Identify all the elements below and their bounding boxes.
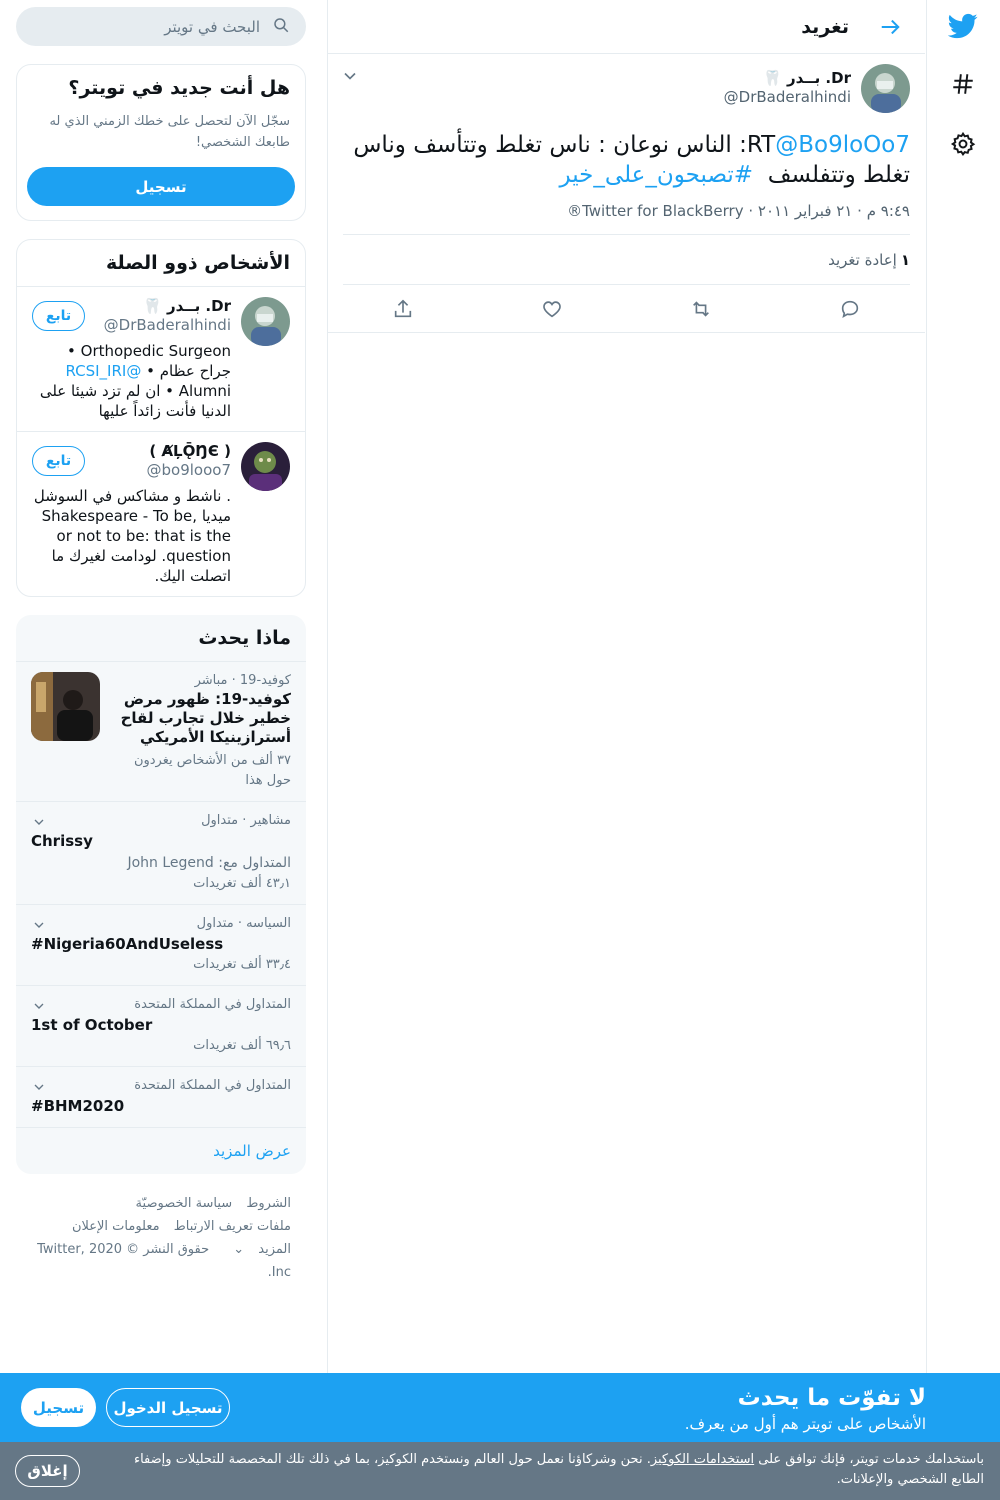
tweet-author[interactable]: Dr. بــدر 🦷 @DrBaderalhindi [343,64,910,124]
page-title: تغريد [801,15,849,38]
trends-card: ماذا يحدث كوفيد-19 · مباشر كوفيد-19: ظهو… [16,615,306,1174]
trend-item[interactable]: مشاهير · متداول Chrissy المتداول مع: Joh… [16,801,306,904]
left-nav-rail [926,0,1000,1500]
avatar[interactable] [241,297,290,346]
new-to-twitter-title: هل أنت جديد في تويتر؟ [68,77,290,99]
trend-name: #Nigeria60AndUseless [31,935,224,953]
list-item[interactable]: Dr. بــدر 🦷 @DrBaderalhindi Orthopedic S… [17,286,305,431]
footer-privacy-link[interactable]: سياسة الخصوصيّة [136,1196,233,1211]
person-bio: Orthopedic Surgeon • جراح عظام • @RCSI_I… [32,341,231,421]
signup-button[interactable]: تسجيل [27,167,295,206]
trend-name: #BHM2020 [31,1097,125,1115]
list-item[interactable]: ( ȺĻǬŊЄ ) @bo9looo7 . ناشط و مشاكس في ال… [17,431,305,596]
main-header: تغريد [328,0,925,54]
new-to-twitter-card: هل أنت جديد في تويتر؟ سجّل الآن لتحصل عل… [16,64,306,221]
arrow-back-icon[interactable] [871,8,909,46]
trend-count: ٣٣٫٤ ألف تغريدات [193,957,291,972]
person-bio: . ناشط و مشاكس في السوشل ميديا Shakespea… [33,487,231,585]
tweet-hashtag-link[interactable]: #تصبحون_على_خير [560,162,754,188]
footer-more-link[interactable]: المزيد ⌄ [223,1242,291,1257]
trend-meta: السياسه · متداول [196,916,291,931]
chevron-down-icon[interactable] [31,998,47,1014]
news-title: كوفيد-19: ظهور مرض خطير خلال تجارب لقاح … [120,690,291,746]
news-item[interactable]: كوفيد-19 · مباشر كوفيد-19: ظهور مرض خطير… [16,661,306,801]
trend-item[interactable]: المتداول في المملكة المتحدة 1st of Octob… [16,985,306,1066]
tweet-stats[interactable]: ١ إعادة تغريد [343,235,910,285]
chevron-down-icon[interactable] [31,814,47,830]
signup-banner: لا تفوّت ما يحدث الأشخاص على تويتر هم أو… [0,1373,1000,1442]
avatar[interactable] [861,64,910,113]
related-people-title: الأشخاص ذوو الصلة [106,252,290,274]
footer-more-label: المزيد [258,1242,291,1257]
retweet-count: ١ [900,250,910,269]
retweet-icon[interactable] [683,291,719,327]
main-column: تغريد Dr. بــدر 🦷 @DrBaderalhindi RT@Bo9… [327,0,925,1500]
twitter-logo-icon[interactable] [943,6,983,46]
new-to-twitter-text: سجّل الآن لتحصل على خطك الزمني الذي له ط… [49,114,290,150]
related-people-card: الأشخاص ذوو الصلة Dr. بــدر 🦷 @DrBaderal… [16,239,306,597]
tweet-timestamp[interactable]: ٩:٤٩ م · ٢١ فبراير ٢٠١١ · Twitter for Bl… [343,202,910,235]
chevron-down-icon[interactable] [31,917,47,933]
cookie-text: باستخدامك خدمات تويتر، فإنك توافق على اس… [100,1450,984,1490]
person-bio-part: Alumni • ان لم تزد شيئا على الدنيا فأنت … [39,382,231,420]
footer-terms-link[interactable]: الشروط [246,1196,291,1211]
share-icon[interactable] [385,291,421,327]
trend-item[interactable]: المتداول في المملكة المتحدة #BHM2020 [16,1066,306,1127]
trend-count: ٦٩٫٦ ألف تغريدات [193,1038,291,1053]
hashtag-icon[interactable] [943,64,983,104]
author-name[interactable]: Dr. بــدر 🦷 [724,68,851,88]
tweet: Dr. بــدر 🦷 @DrBaderalhindi RT@Bo9loOo7:… [328,54,925,333]
sidebar-footer: الشروط سياسة الخصوصيّة ملفات تعريف الارت… [16,1192,306,1284]
news-image [31,672,100,741]
author-handle[interactable]: @DrBaderalhindi [724,88,851,106]
trend-count: ٤٣٫١ ألف تغريدات [193,876,291,891]
chevron-down-icon[interactable] [31,1079,47,1095]
sidebar: البحث في تويتر هل أنت جديد في تويتر؟ سجّ… [16,0,306,1284]
signup-banner-title: لا تفوّت ما يحدث [737,1385,926,1411]
follow-button[interactable]: تابع [32,446,85,476]
trend-name: Chrissy [31,832,93,850]
trend-count: ٣٧ ألف من الأشخاص يغردون حول هذا [133,753,291,788]
settings-gear-icon[interactable] [943,124,983,164]
retweet-label: إعادة تغريد [828,250,897,269]
tweet-mention-link[interactable]: @Bo9loOo7 [775,132,910,158]
trend-meta: المتداول في المملكة المتحدة [134,1078,291,1093]
show-more-link[interactable]: عرض المزيد [16,1127,306,1174]
cookie-policy-link[interactable]: استخدامات الكوكيز [651,1452,754,1467]
footer-ads-link[interactable]: معلومات الإعلان [72,1219,160,1234]
chevron-down-icon[interactable] [340,66,360,86]
tweet-rt-prefix: RT [746,132,776,158]
trends-title: ماذا يحدث [198,627,291,649]
trend-meta: مشاهير · متداول [201,813,291,828]
trend-name: 1st of October [31,1016,153,1034]
avatar[interactable] [241,442,290,491]
search-input[interactable]: البحث في تويتر [164,18,260,36]
search-bar[interactable]: البحث في تويتر [16,7,306,46]
signup-banner-subtitle: الأشخاص على تويتر هم أول من يعرف. [684,1415,926,1433]
cookie-banner: باستخدامك خدمات تويتر، فإنك توافق على اس… [0,1442,1000,1500]
like-icon[interactable] [534,291,570,327]
follow-button[interactable]: تابع [32,301,85,331]
chevron-down-icon: ⌄ [233,1242,245,1257]
close-button[interactable]: إغلاق [15,1455,80,1487]
trend-item[interactable]: السياسه · متداول #Nigeria60AndUseless ٣٣… [16,904,306,985]
login-button[interactable]: تسجيل الدخول [106,1388,230,1427]
footer-cookies-link[interactable]: ملفات تعريف الارتباط [174,1219,291,1234]
cookie-text-part: باستخدامك خدمات تويتر، فإنك توافق على [754,1452,984,1467]
trend-meta: المتداول في المملكة المتحدة [134,997,291,1012]
search-icon [272,16,290,38]
reply-icon[interactable] [832,291,868,327]
trend-related: المتداول مع: John Legend [127,855,291,871]
bio-mention-link[interactable]: @RCSI_IRI [65,362,141,380]
signup-banner-button[interactable]: تسجيل [21,1388,96,1427]
tweet-actions [328,285,925,333]
tweet-text: RT@Bo9loOo7: الناس نوعان : ناس تغلط وتتأ… [343,130,910,190]
trend-meta: كوفيد-19 · مباشر [194,673,291,688]
